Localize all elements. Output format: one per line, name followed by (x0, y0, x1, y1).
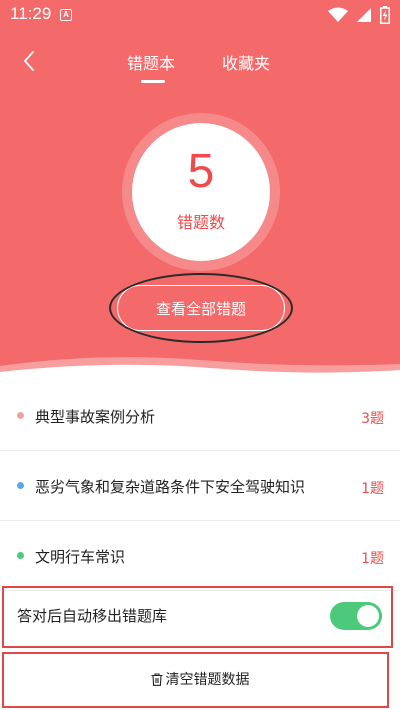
bullet-dot (17, 482, 24, 489)
tab-wrong-questions[interactable]: 错题本 (127, 50, 175, 74)
bullet-dot (17, 412, 24, 419)
status-icons (328, 5, 390, 25)
tab-favorites[interactable]: 收藏夹 (222, 50, 270, 74)
list-item-weather-road[interactable]: 恶劣气象和复杂道路条件下安全驾驶知识 1题 (0, 451, 400, 521)
active-tab-indicator (141, 80, 165, 83)
status-bar: 11:29 A (0, 0, 400, 30)
status-time: 11:29 (10, 4, 52, 23)
annotation-box-clear (2, 652, 389, 708)
signal-icon (357, 8, 371, 22)
wrong-count-label: 错题数 (176, 213, 225, 232)
annotation-box-toggle (2, 586, 393, 648)
wrong-count: 5 (187, 145, 215, 198)
back-button[interactable] (14, 46, 44, 76)
category-count: 1题 (361, 481, 384, 497)
annotation-ellipse (109, 273, 293, 343)
category-count: 3题 (361, 411, 384, 427)
notification-app-icon: A (60, 9, 72, 21)
wave-divider (0, 357, 400, 378)
battery-charging-icon (380, 6, 390, 24)
category-count: 1题 (361, 551, 384, 567)
list-item-civilized-driving[interactable]: 文明行车常识 1题 (0, 521, 400, 591)
list-item-accident-cases[interactable]: 典型事故案例分析 3题 (0, 381, 400, 451)
header-panel: 11:29 A 错题本 收藏夹 5 错题数 查看全部错题 (0, 0, 400, 378)
category-title: 文明行车常识 (35, 548, 126, 566)
chevron-left-icon (24, 51, 34, 71)
top-nav: 错题本 收藏夹 (0, 40, 400, 84)
bullet-dot (17, 552, 24, 559)
category-title: 典型事故案例分析 (35, 408, 156, 426)
category-title: 恶劣气象和复杂道路条件下安全驾驶知识 (35, 478, 306, 496)
wifi-icon (328, 7, 348, 22)
